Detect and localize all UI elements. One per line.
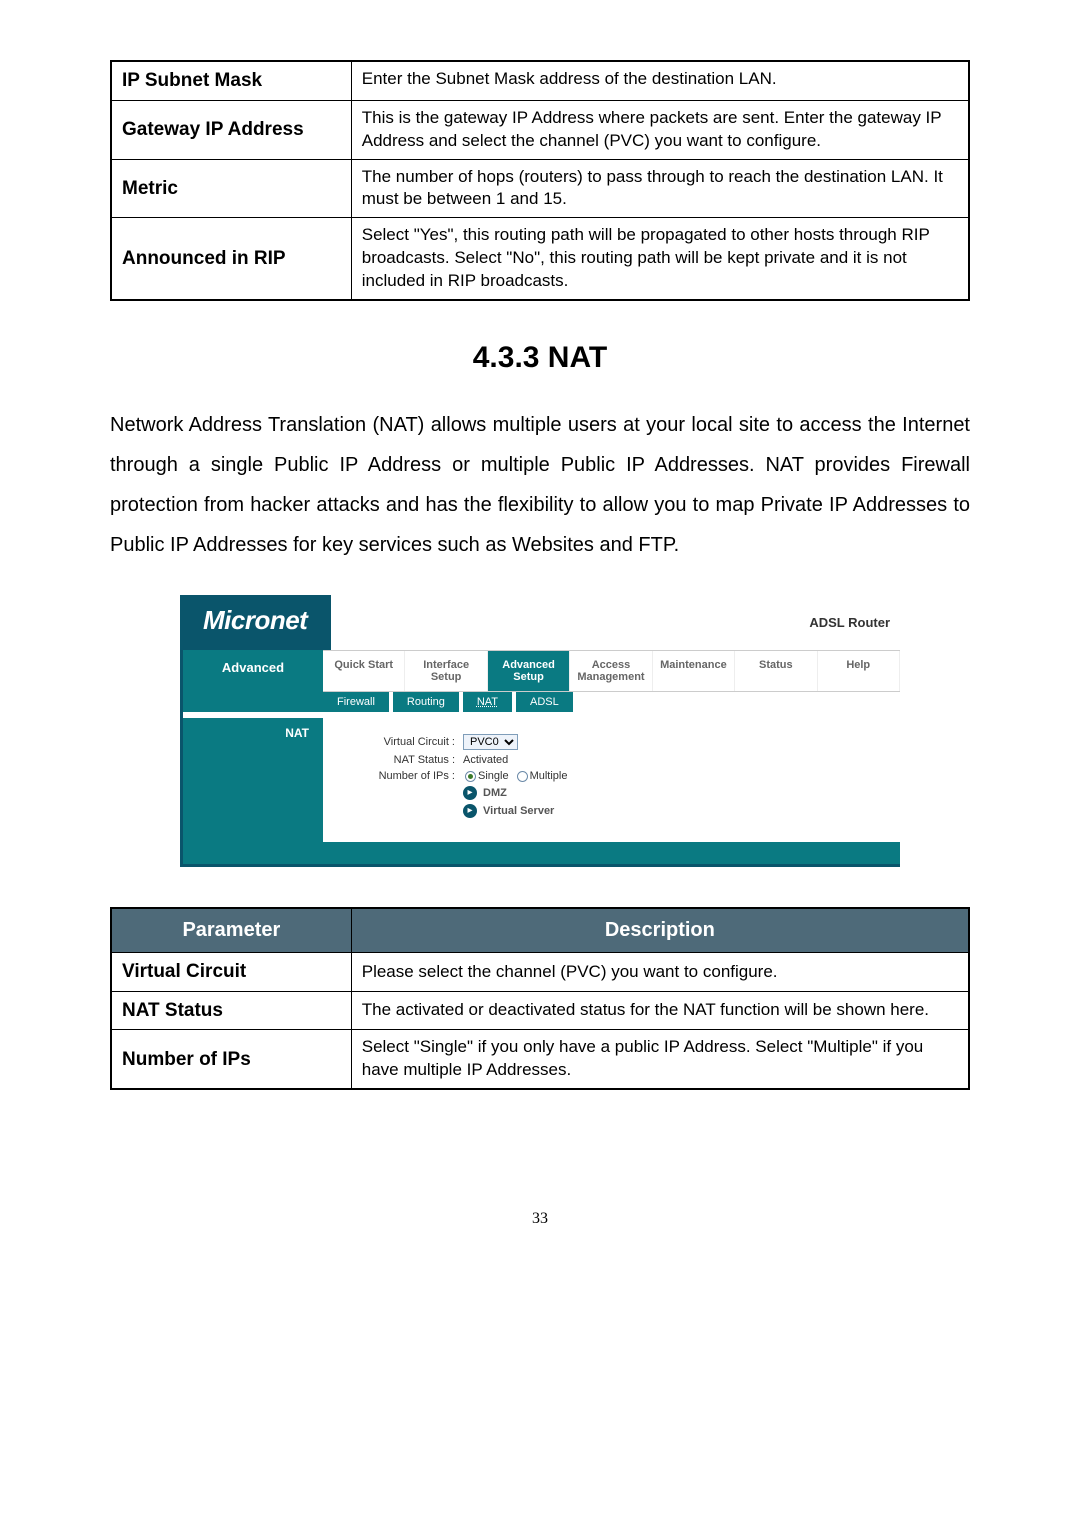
adsl-router-label: ADSL Router bbox=[809, 615, 900, 630]
table-header-description: Description bbox=[351, 908, 969, 953]
row-desc: The number of hops (routers) to pass thr… bbox=[351, 159, 969, 218]
routing-params-table: IP Subnet Mask Enter the Subnet Mask add… bbox=[110, 60, 970, 301]
row-desc: Please select the channel (PVC) you want… bbox=[351, 953, 969, 992]
row-label: Metric bbox=[111, 159, 351, 218]
row-label: NAT Status bbox=[111, 991, 351, 1030]
row-desc: Select "Yes", this routing path will be … bbox=[351, 218, 969, 300]
menu-quick-start[interactable]: Quick Start bbox=[323, 651, 405, 691]
section-heading: 4.3.3 NAT bbox=[110, 341, 970, 375]
tab-routing[interactable]: Routing bbox=[393, 692, 459, 712]
radio-single[interactable] bbox=[465, 771, 476, 782]
side-panel: NAT bbox=[183, 718, 323, 842]
table-row: Gateway IP Address This is the gateway I… bbox=[111, 100, 969, 159]
row-label: IP Subnet Mask bbox=[111, 61, 351, 100]
dmz-link[interactable]: DMZ bbox=[483, 787, 507, 799]
tab-firewall[interactable]: Firewall bbox=[323, 692, 389, 712]
menu-advanced-setup[interactable]: Advanced Setup bbox=[488, 651, 570, 691]
number-of-ips-label: Number of IPs : bbox=[343, 770, 463, 782]
table-row: IP Subnet Mask Enter the Subnet Mask add… bbox=[111, 61, 969, 100]
arrow-icon: ▸ bbox=[463, 786, 477, 800]
row-label: Announced in RIP bbox=[111, 218, 351, 300]
sidebar-advanced[interactable]: Advanced bbox=[183, 650, 323, 712]
row-desc: Enter the Subnet Mask address of the des… bbox=[351, 61, 969, 100]
nat-status-value: Activated bbox=[463, 754, 508, 766]
table-row: Metric The number of hops (routers) to p… bbox=[111, 159, 969, 218]
nat-params-table: Parameter Description Virtual Circuit Pl… bbox=[110, 907, 970, 1090]
row-desc: Select "Single" if you only have a publi… bbox=[351, 1030, 969, 1089]
menu-status[interactable]: Status bbox=[735, 651, 817, 691]
tab-nat[interactable]: NAT bbox=[463, 692, 512, 712]
radio-multiple[interactable] bbox=[517, 771, 528, 782]
router-screenshot: Micronet ADSL Router Advanced Quick Star… bbox=[110, 595, 970, 867]
micronet-logo: Micronet bbox=[183, 595, 331, 650]
table-row: Number of IPs Select "Single" if you onl… bbox=[111, 1030, 969, 1089]
arrow-icon: ▸ bbox=[463, 804, 477, 818]
tab-adsl[interactable]: ADSL bbox=[516, 692, 573, 712]
virtual-circuit-label: Virtual Circuit : bbox=[343, 736, 463, 748]
top-menu: Quick Start Interface Setup Advanced Set… bbox=[323, 650, 900, 691]
nat-form: Virtual Circuit : PVC0 NAT Status : Acti… bbox=[323, 718, 900, 842]
side-nat-label: NAT bbox=[183, 718, 323, 748]
row-label: Gateway IP Address bbox=[111, 100, 351, 159]
menu-interface-setup[interactable]: Interface Setup bbox=[405, 651, 487, 691]
row-label: Number of IPs bbox=[111, 1030, 351, 1089]
row-desc: The activated or deactivated status for … bbox=[351, 991, 969, 1030]
footer-bar bbox=[183, 842, 900, 864]
nat-status-label: NAT Status : bbox=[343, 754, 463, 766]
row-desc: This is the gateway IP Address where pac… bbox=[351, 100, 969, 159]
section-paragraph: Network Address Translation (NAT) allows… bbox=[110, 405, 970, 565]
radio-multiple-label: Multiple bbox=[530, 770, 568, 782]
virtual-server-link[interactable]: Virtual Server bbox=[483, 805, 554, 817]
menu-access-management[interactable]: Access Management bbox=[570, 651, 652, 691]
page-number: 33 bbox=[110, 1210, 970, 1228]
table-row: Virtual Circuit Please select the channe… bbox=[111, 953, 969, 992]
row-label: Virtual Circuit bbox=[111, 953, 351, 992]
table-row: NAT Status The activated or deactivated … bbox=[111, 991, 969, 1030]
table-row: Announced in RIP Select "Yes", this rout… bbox=[111, 218, 969, 300]
table-header-parameter: Parameter bbox=[111, 908, 351, 953]
virtual-circuit-select[interactable]: PVC0 bbox=[463, 734, 518, 750]
menu-help[interactable]: Help bbox=[818, 651, 900, 691]
menu-maintenance[interactable]: Maintenance bbox=[653, 651, 735, 691]
radio-single-label: Single bbox=[478, 770, 509, 782]
